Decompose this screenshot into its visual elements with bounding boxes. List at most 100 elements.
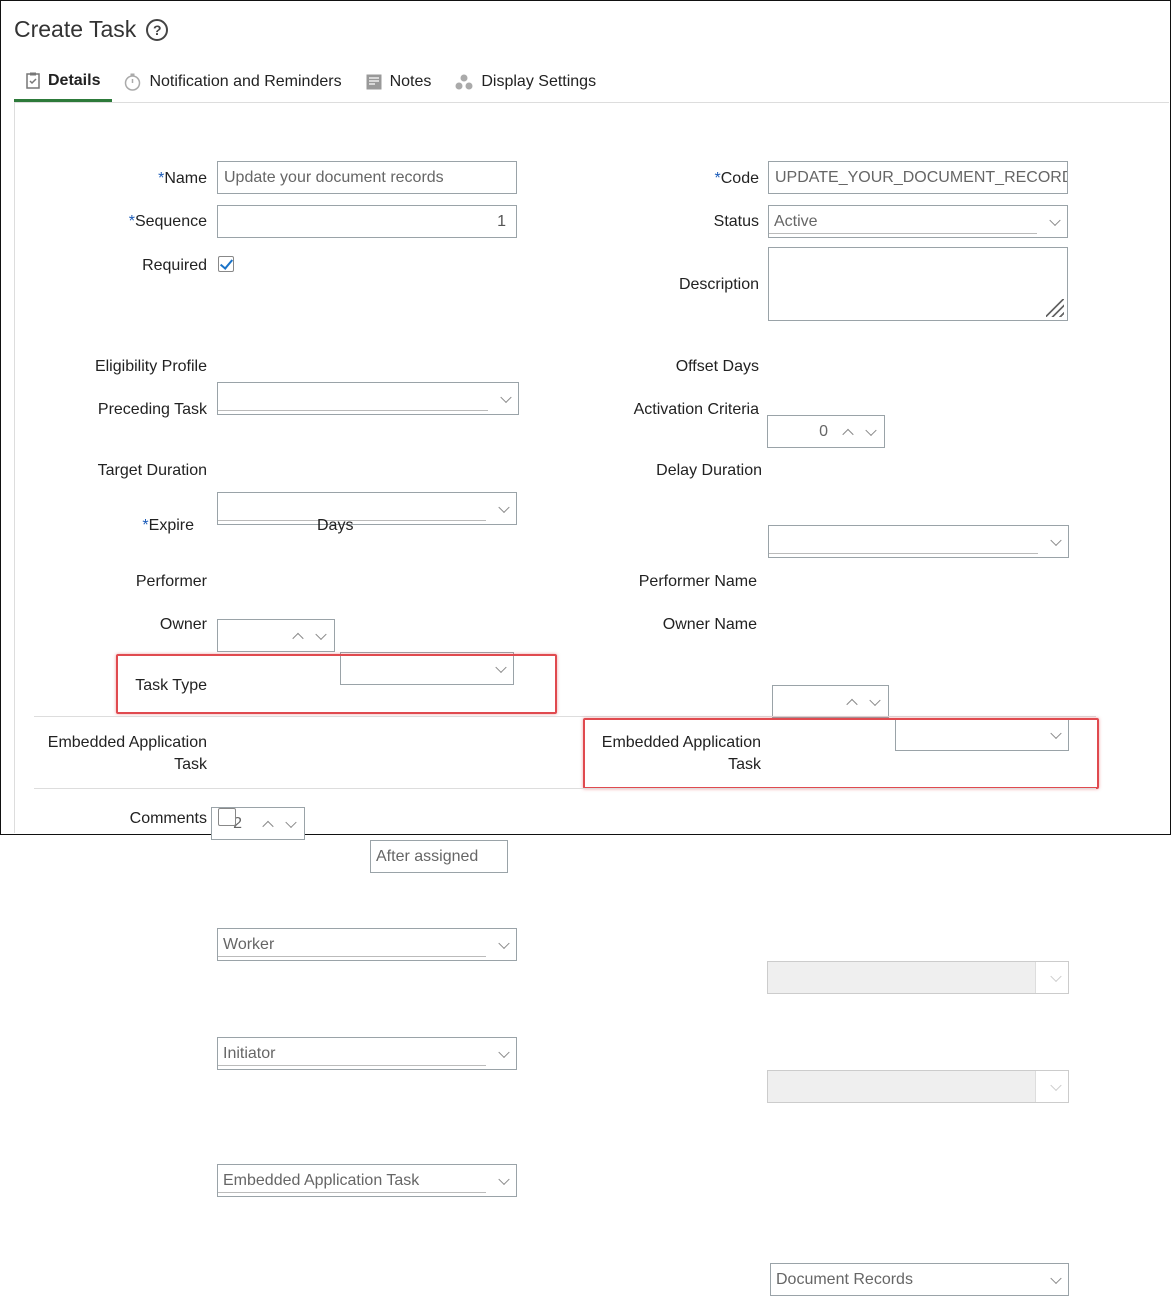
chevron-down-icon[interactable] bbox=[869, 694, 881, 706]
owner-select[interactable]: Initiator bbox=[217, 1037, 517, 1070]
offset-days-value: 0 bbox=[819, 422, 828, 440]
performer-underline bbox=[218, 956, 486, 957]
offset-days-label: Offset Days bbox=[675, 358, 759, 375]
clipboard-check-icon bbox=[26, 72, 40, 89]
embedded-right-line1: Embedded Application bbox=[601, 734, 761, 751]
comments-label: Comments bbox=[129, 810, 207, 827]
expire-relative-select[interactable]: After assigned bbox=[370, 840, 508, 873]
target-duration-stepper[interactable] bbox=[217, 619, 335, 652]
eligibility-profile-select[interactable] bbox=[217, 382, 519, 415]
required-label: Required bbox=[142, 257, 207, 274]
tab-bar: Details Notification and Reminders Notes… bbox=[14, 62, 608, 102]
chevron-down-icon bbox=[498, 1046, 510, 1058]
tab-notes[interactable]: Notes bbox=[354, 62, 444, 102]
performer-name-select bbox=[767, 961, 1069, 994]
sequence-input[interactable]: 1 bbox=[217, 205, 517, 238]
page-title-text: Create Task bbox=[14, 16, 137, 42]
code-label-text: Code bbox=[720, 170, 759, 187]
owner-name-label: Owner Name bbox=[662, 616, 757, 633]
task-type-label: Task Type bbox=[135, 677, 207, 694]
tab-display-settings[interactable]: Display Settings bbox=[443, 62, 608, 102]
chevron-down-icon bbox=[1049, 214, 1061, 226]
status-label: Status bbox=[713, 213, 759, 230]
task-type-select[interactable]: Embedded Application Task bbox=[217, 1164, 517, 1197]
chevron-down-icon[interactable] bbox=[285, 816, 297, 828]
expire-relative-value: After assigned bbox=[376, 847, 479, 865]
code-value: UPDATE_YOUR_DOCUMENT_RECORDS bbox=[775, 168, 1068, 186]
embedded-application-task-select[interactable]: Document Records bbox=[770, 1263, 1069, 1296]
chevron-down-icon bbox=[1050, 1272, 1062, 1284]
code-label: *Code bbox=[715, 170, 759, 188]
name-label-text: Name bbox=[164, 170, 207, 187]
section-divider-bottom bbox=[34, 788, 1096, 789]
tab-details[interactable]: Details bbox=[14, 62, 113, 102]
name-value: Update your document records bbox=[224, 168, 444, 186]
eligibility-profile-label: Eligibility Profile bbox=[94, 358, 207, 375]
shapes-icon bbox=[455, 74, 473, 90]
performer-select[interactable]: Worker bbox=[217, 928, 517, 961]
chevron-down-icon bbox=[500, 391, 512, 403]
preceding-task-select[interactable] bbox=[217, 492, 517, 525]
chevron-up-icon[interactable] bbox=[846, 698, 858, 710]
tab-divider bbox=[14, 102, 1169, 103]
chevron-down-icon bbox=[498, 1173, 510, 1185]
delay-duration-label: Delay Duration bbox=[656, 462, 762, 479]
activation-criteria-label: Activation Criteria bbox=[633, 401, 759, 418]
tab-notification-label: Notification and Reminders bbox=[149, 73, 342, 90]
chevron-up-icon[interactable] bbox=[842, 428, 854, 440]
status-select[interactable]: Active bbox=[768, 205, 1068, 238]
note-icon bbox=[366, 74, 382, 90]
embedded-application-task-value: Document Records bbox=[776, 1270, 913, 1288]
owner-name-select bbox=[767, 1070, 1069, 1103]
description-label: Description bbox=[678, 276, 759, 293]
stopwatch-icon bbox=[124, 73, 141, 91]
chevron-down-icon bbox=[498, 937, 510, 949]
expire-label-text: Expire bbox=[148, 517, 194, 534]
sequence-value: 1 bbox=[497, 212, 506, 230]
owner-label: Owner bbox=[159, 616, 207, 633]
expire-unit-label: Days bbox=[317, 517, 354, 534]
tab-display-settings-label: Display Settings bbox=[481, 73, 597, 90]
chevron-down-icon bbox=[498, 501, 510, 513]
description-textarea[interactable] bbox=[768, 247, 1068, 321]
performer-name-label: Performer Name bbox=[638, 573, 757, 590]
eligibility-profile-underline bbox=[218, 410, 488, 411]
required-checkbox[interactable] bbox=[218, 256, 234, 272]
chevron-up-icon[interactable] bbox=[262, 820, 274, 832]
name-label: *Name bbox=[158, 170, 207, 188]
embedded-left-line1: Embedded Application bbox=[47, 734, 207, 751]
sequence-label-text: Sequence bbox=[134, 213, 207, 230]
sequence-label: *Sequence bbox=[129, 213, 207, 231]
code-input[interactable]: UPDATE_YOUR_DOCUMENT_RECORDS bbox=[768, 161, 1068, 194]
task-type-underline bbox=[218, 1192, 486, 1193]
owner-underline bbox=[218, 1065, 486, 1066]
performer-name-value bbox=[773, 962, 1038, 993]
embedded-application-task-label-left: Embedded Application Task bbox=[48, 732, 207, 776]
chevron-down-icon[interactable] bbox=[865, 424, 877, 436]
content-left-border bbox=[14, 103, 15, 833]
embedded-application-task-label-right: Embedded Application Task bbox=[602, 732, 761, 776]
status-underline bbox=[769, 233, 1037, 234]
page-title: Create Task ? bbox=[14, 16, 169, 43]
embedded-left-line2: Task bbox=[174, 756, 207, 773]
tab-notes-label: Notes bbox=[389, 73, 432, 90]
activation-criteria-underline bbox=[769, 553, 1038, 554]
activation-criteria-select[interactable] bbox=[768, 525, 1069, 558]
performer-label: Performer bbox=[135, 573, 207, 590]
comments-checkbox[interactable] bbox=[218, 808, 236, 826]
chevron-up-icon[interactable] bbox=[292, 632, 304, 644]
embedded-right-line2: Task bbox=[728, 756, 761, 773]
resize-handle-icon[interactable] bbox=[1046, 299, 1064, 317]
owner-name-value bbox=[773, 1071, 1038, 1102]
tab-details-label: Details bbox=[48, 71, 101, 89]
chevron-down-icon[interactable] bbox=[315, 628, 327, 640]
preceding-task-label: Preceding Task bbox=[97, 401, 207, 418]
target-duration-label: Target Duration bbox=[97, 462, 207, 479]
chevron-down-icon bbox=[1050, 534, 1062, 546]
expire-label: *Expire bbox=[142, 517, 194, 535]
offset-days-stepper[interactable]: 0 bbox=[767, 415, 885, 448]
tab-notification-and-reminders[interactable]: Notification and Reminders bbox=[112, 62, 353, 102]
name-input[interactable]: Update your document records bbox=[217, 161, 517, 194]
help-icon[interactable]: ? bbox=[146, 18, 169, 41]
delay-duration-stepper[interactable] bbox=[772, 685, 889, 718]
